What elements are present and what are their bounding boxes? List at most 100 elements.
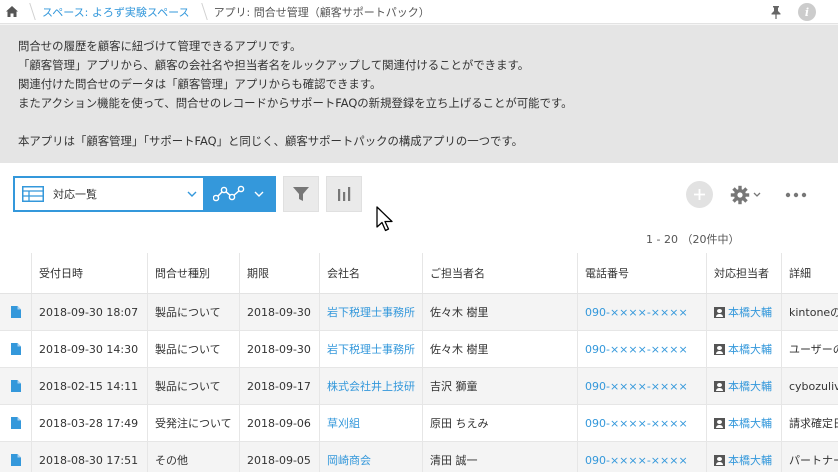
description-line: またアクション機能を使って、問合せのレコードからサポートFAQの新規登録を立ち上… <box>18 96 573 110</box>
assignee-name[interactable]: 本橋大輔 <box>728 452 772 468</box>
description-line: 本アプリは「顧客管理」「サポートFAQ」と同じく、顧客サポートパックの構成アプリ… <box>18 134 524 148</box>
cell-inquiry-type: 製品について <box>147 368 239 404</box>
cell-deadline: 2018-09-06 <box>239 405 319 441</box>
header-cell[interactable]: 詳細 <box>781 253 838 293</box>
table-row[interactable]: 2018-02-15 14:11 製品について 2018-09-17 株式会社井… <box>0 368 838 405</box>
graph-button[interactable] <box>326 176 362 212</box>
user-icon <box>714 454 725 466</box>
mouse-cursor-icon <box>376 206 393 232</box>
info-button[interactable]: i <box>798 3 816 21</box>
document-icon <box>10 306 21 318</box>
cell-details: kintoneの <box>781 294 838 330</box>
cell-received-at: 2018-09-30 14:30 <box>31 331 147 367</box>
cell-contact-name: 佐々木 樹里 <box>422 294 577 330</box>
record-detail-link[interactable] <box>0 294 31 330</box>
gear-icon <box>730 185 750 204</box>
header-cell[interactable]: ご担当者名 <box>422 253 577 293</box>
cell-phone-link[interactable]: 090-××××-×××× <box>577 442 706 472</box>
cell-company-link[interactable]: 草刈組 <box>319 405 422 441</box>
document-icon <box>10 343 21 355</box>
cell-contact-name: 原田 ちえみ <box>422 405 577 441</box>
cell-company-link[interactable]: 岩下税理士事務所 <box>319 331 422 367</box>
cell-inquiry-type: その他 <box>147 442 239 472</box>
cell-assignee[interactable]: 本橋大輔 <box>706 294 781 330</box>
add-record-button[interactable] <box>686 181 713 208</box>
settings-button[interactable] <box>730 181 761 208</box>
assignee-name[interactable]: 本橋大輔 <box>728 415 772 431</box>
header-cell[interactable]: 対応担当者 <box>706 253 781 293</box>
record-detail-link[interactable] <box>0 442 31 472</box>
table-row[interactable]: 2018-08-30 17:51 その他 2018-09-05 岡崎商会 清田 … <box>0 442 838 472</box>
cell-phone-link[interactable]: 090-××××-×××× <box>577 368 706 404</box>
record-table: 受付日時 問合せ種別 期限 会社名 ご担当者名 電話番号 対応担当者 詳細 20… <box>0 253 838 472</box>
ellipsis-icon <box>785 192 807 197</box>
cell-company-link[interactable]: 株式会社井上技研 <box>319 368 422 404</box>
cell-phone-link[interactable]: 090-××××-×××× <box>577 331 706 367</box>
table-row[interactable]: 2018-03-28 17:49 受発注について 2018-09-06 草刈組 … <box>0 405 838 442</box>
home-button[interactable] <box>0 0 24 24</box>
table-row[interactable]: 2018-09-30 18:07 製品について 2018-09-30 岩下税理士… <box>0 294 838 331</box>
document-icon <box>10 454 21 466</box>
cell-inquiry-type: 製品について <box>147 331 239 367</box>
description-line: 関連付けた問合せのデータは「顧客管理」アプリからも確認できます。 <box>18 77 382 91</box>
cell-deadline: 2018-09-17 <box>239 368 319 404</box>
table-header-row: 受付日時 問合せ種別 期限 会社名 ご担当者名 電話番号 対応担当者 詳細 <box>0 253 838 294</box>
header-cell[interactable]: 期限 <box>239 253 319 293</box>
chevron-down-icon <box>254 191 264 197</box>
cell-deadline: 2018-09-30 <box>239 331 319 367</box>
header-cell[interactable]: 会社名 <box>319 253 422 293</box>
chevron-down-icon <box>753 192 761 197</box>
table-view-icon <box>15 178 51 210</box>
filter-button[interactable] <box>283 176 319 212</box>
breadcrumb-space[interactable]: スペース: よろず実験スペース <box>36 4 196 20</box>
breadcrumb-bar: スペース: よろず実験スペース アプリ: 問合せ管理（顧客サポートパック） i <box>0 0 838 24</box>
breadcrumb-separator <box>24 0 36 24</box>
view-dropdown-button[interactable] <box>181 178 203 210</box>
cell-details: cybozuliv <box>781 368 838 404</box>
record-detail-link[interactable] <box>0 405 31 441</box>
cell-assignee[interactable]: 本橋大輔 <box>706 442 781 472</box>
header-cell[interactable]: 問合せ種別 <box>147 253 239 293</box>
cell-deadline: 2018-09-30 <box>239 294 319 330</box>
user-icon <box>714 306 725 318</box>
assignee-name[interactable]: 本橋大輔 <box>728 304 772 320</box>
pin-button[interactable] <box>758 0 794 24</box>
description-line: 「顧客管理」アプリから、顧客の会社名や担当者名をルックアップして関連付けることが… <box>18 58 530 72</box>
cell-company-link[interactable]: 岩下税理士事務所 <box>319 294 422 330</box>
cell-phone-link[interactable]: 090-××××-×××× <box>577 405 706 441</box>
cell-received-at: 2018-03-28 17:49 <box>31 405 147 441</box>
header-cell[interactable]: 電話番号 <box>577 253 706 293</box>
cell-assignee[interactable]: 本橋大輔 <box>706 331 781 367</box>
pin-icon <box>771 5 781 19</box>
app-description: 問合せの履歴を顧客に紐づけて管理できるアプリです。 「顧客管理」アプリから、顧客… <box>0 25 838 163</box>
cell-details: 請求確定日 <box>781 405 838 441</box>
cell-received-at: 2018-08-30 17:51 <box>31 442 147 472</box>
graph-icon <box>213 185 245 202</box>
more-options-button[interactable] <box>785 181 807 208</box>
cell-company-link[interactable]: 岡崎商会 <box>319 442 422 472</box>
cell-assignee[interactable]: 本橋大輔 <box>706 405 781 441</box>
table-row[interactable]: 2018-09-30 14:30 製品について 2018-09-30 岩下税理士… <box>0 331 838 368</box>
cell-phone-link[interactable]: 090-××××-×××× <box>577 294 706 330</box>
assignee-name[interactable]: 本橋大輔 <box>728 341 772 357</box>
view-name: 対応一覧 <box>53 188 97 201</box>
record-detail-link[interactable] <box>0 368 31 404</box>
chevron-down-icon <box>187 191 197 197</box>
filter-icon <box>293 187 309 201</box>
cell-contact-name: 清田 誠一 <box>422 442 577 472</box>
cell-deadline: 2018-09-05 <box>239 442 319 472</box>
view-selector[interactable]: 対応一覧 <box>13 176 276 212</box>
user-icon <box>714 380 725 392</box>
graph-selector[interactable] <box>203 178 274 210</box>
breadcrumb-app: アプリ: 問合せ管理（顧客サポートパック） <box>213 5 430 19</box>
breadcrumb-separator <box>196 0 208 24</box>
document-icon <box>10 417 21 429</box>
description-line: 問合せの履歴を顧客に紐づけて管理できるアプリです。 <box>18 39 302 53</box>
cell-details: ユーザーの <box>781 331 838 367</box>
header-cell[interactable]: 受付日時 <box>31 253 147 293</box>
cell-details: パートナー <box>781 442 838 472</box>
assignee-name[interactable]: 本橋大輔 <box>728 378 772 394</box>
plus-icon <box>694 189 705 200</box>
record-detail-link[interactable] <box>0 331 31 367</box>
cell-assignee[interactable]: 本橋大輔 <box>706 368 781 404</box>
